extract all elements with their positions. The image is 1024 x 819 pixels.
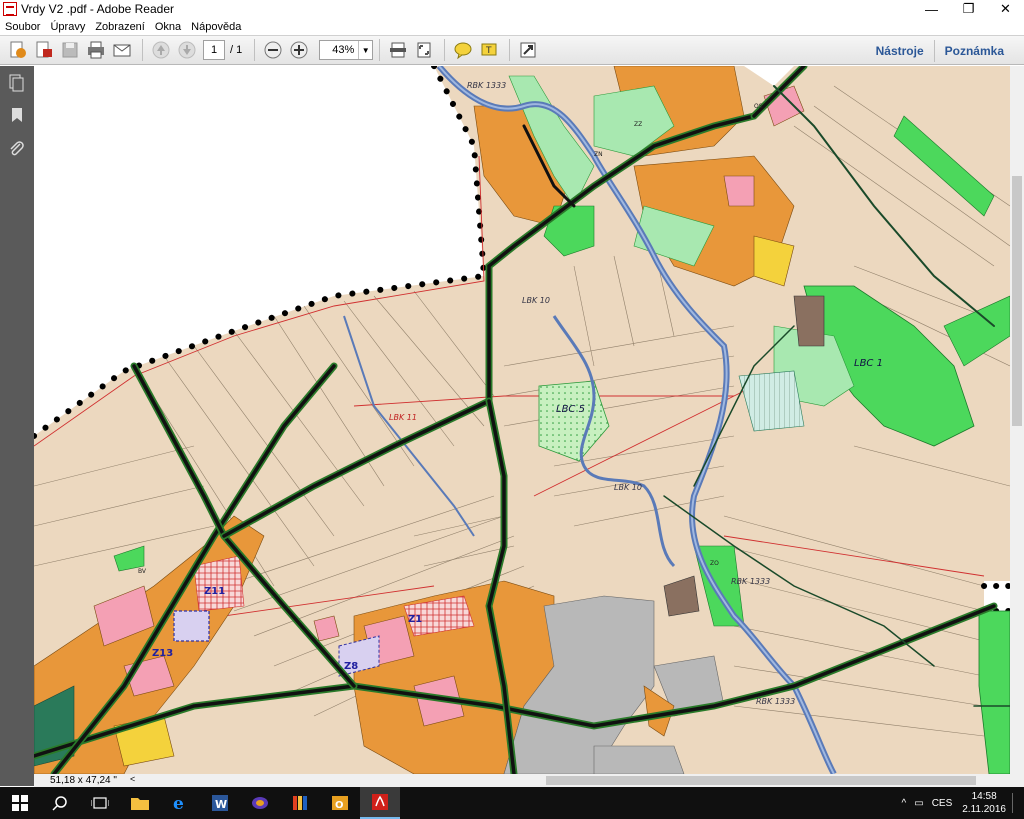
toolbar-separator (509, 39, 511, 61)
next-page-icon[interactable] (175, 38, 199, 62)
page-dimensions: 51,18 x 47,24 " (50, 775, 117, 786)
map-label: Z8 (344, 661, 358, 672)
highlight-text-icon[interactable]: T (477, 38, 501, 62)
bookmarks-icon[interactable] (8, 106, 26, 124)
system-tray: ^ ▭ CES 14:58 2.11.2016 (902, 787, 1018, 819)
status-bar: 51,18 x 47,24 " < (34, 774, 1024, 787)
toolbar-separator (142, 39, 143, 61)
email-icon[interactable] (110, 38, 134, 62)
sticky-note-icon[interactable] (451, 38, 475, 62)
previous-page-icon[interactable] (149, 38, 173, 62)
zoom-value: 43% (332, 44, 355, 56)
word-icon[interactable]: W (200, 787, 240, 819)
tools-button[interactable]: Nástroje (866, 44, 934, 58)
map-label: LBC 5 (556, 404, 585, 415)
menu-okna[interactable]: Okna (155, 21, 181, 33)
chevron-down-icon[interactable]: ▼ (358, 41, 372, 59)
land-use-map: RBK 1333 LBK 10 LBC 1 LBC 5 LBK 10 LBK 1… (34, 66, 1010, 774)
map-label: Z1 (408, 614, 422, 625)
map-label: ZN (594, 151, 603, 158)
search-icon[interactable] (40, 787, 80, 819)
map-label: LBK 10 (522, 296, 550, 305)
page-number-input[interactable]: 1 (203, 40, 225, 60)
full-screen-icon[interactable] (516, 38, 540, 62)
adobe-reader-taskbar-icon[interactable] (360, 787, 400, 819)
menu-zobrazeni[interactable]: Zobrazení (95, 21, 145, 33)
menu-upravy[interactable]: Úpravy (50, 21, 85, 33)
map-label: LBK 11 (389, 413, 417, 422)
comment-button[interactable]: Poznámka (935, 44, 1014, 58)
scroll-left-icon[interactable]: < (130, 774, 135, 784)
svg-text:e: e (173, 794, 184, 813)
page-total: / 1 (230, 44, 243, 56)
fit-width-icon[interactable] (386, 38, 410, 62)
window-title: Vrdy V2 .pdf - Adobe Reader (21, 2, 174, 16)
library-icon[interactable] (280, 787, 320, 819)
menu-bar: Soubor Úpravy Zobrazení Okna Nápověda (0, 18, 1024, 35)
chevron-up-icon[interactable]: ^ (902, 798, 907, 809)
svg-text:W: W (215, 798, 227, 811)
toolbar-separator (444, 39, 446, 61)
page-thumbnails-icon[interactable] (8, 74, 26, 92)
menu-napoveda[interactable]: Nápověda (191, 21, 241, 33)
toolbar-separator (254, 39, 256, 61)
map-label: ZO (710, 560, 719, 567)
print-icon[interactable] (84, 38, 108, 62)
save-icon[interactable] (58, 38, 82, 62)
create-pdf-icon[interactable] (6, 38, 30, 62)
scroll-thumb[interactable] (1012, 176, 1022, 426)
toolbar-separator (379, 39, 381, 61)
map-label: RBK 1333 (756, 697, 795, 706)
map-label: RBK 1333 (731, 577, 770, 586)
media-player-icon[interactable] (240, 787, 280, 819)
export-pdf-icon[interactable] (32, 38, 56, 62)
notifications-icon[interactable] (1012, 793, 1018, 813)
task-view-icon[interactable] (80, 787, 120, 819)
scroll-thumb[interactable] (546, 776, 976, 785)
zoom-select[interactable]: 43% ▼ (319, 40, 374, 60)
title-bar: Vrdy V2 .pdf - Adobe Reader — ❐ ✕ (0, 0, 1024, 18)
map-label: BV (138, 568, 147, 575)
internet-explorer-icon[interactable]: e (160, 787, 200, 819)
vertical-scrollbar[interactable] (1010, 66, 1024, 774)
attachments-icon[interactable] (8, 140, 26, 158)
toolbar: 1 / 1 43% ▼ T Nástroje Poznámka (0, 35, 1024, 65)
minimize-button[interactable]: — (913, 0, 950, 18)
clock-time: 14:58 (971, 791, 997, 802)
clock[interactable]: 14:58 2.11.2016 (962, 790, 1006, 816)
menu-soubor[interactable]: Soubor (5, 21, 40, 33)
horizontal-scrollbar[interactable]: < (126, 774, 1024, 787)
adobe-reader-icon (3, 2, 17, 16)
map-label: RBK 1333 (467, 81, 506, 90)
map-label: Z11 (204, 586, 225, 597)
document-view[interactable]: RBK 1333 LBK 10 LBC 1 LBC 5 LBK 10 LBK 1… (34, 66, 1010, 774)
zoom-out-icon[interactable] (261, 38, 285, 62)
svg-text:O: O (335, 800, 344, 811)
clock-date: 2.11.2016 (962, 804, 1006, 815)
close-button[interactable]: ✕ (987, 0, 1024, 18)
file-explorer-icon[interactable] (120, 787, 160, 819)
fit-page-icon[interactable] (412, 38, 436, 62)
navigation-pane (0, 66, 34, 786)
outlook-icon[interactable]: O (320, 787, 360, 819)
restore-button[interactable]: ❐ (950, 0, 987, 18)
zoom-in-icon[interactable] (287, 38, 311, 62)
svg-text:T: T (485, 46, 492, 56)
network-icon[interactable]: ▭ (914, 798, 923, 809)
taskbar: e W O ^ ▭ CES 14:58 2.11.2016 (0, 787, 1024, 819)
map-label: Z13 (152, 648, 173, 659)
map-label: LBK 10 (614, 483, 642, 492)
language-indicator[interactable]: CES (932, 798, 953, 809)
map-label: LBC 1 (854, 358, 883, 369)
windows-start-icon[interactable] (0, 787, 40, 819)
map-label: OS (754, 103, 763, 110)
map-label: ZZ (634, 121, 642, 128)
